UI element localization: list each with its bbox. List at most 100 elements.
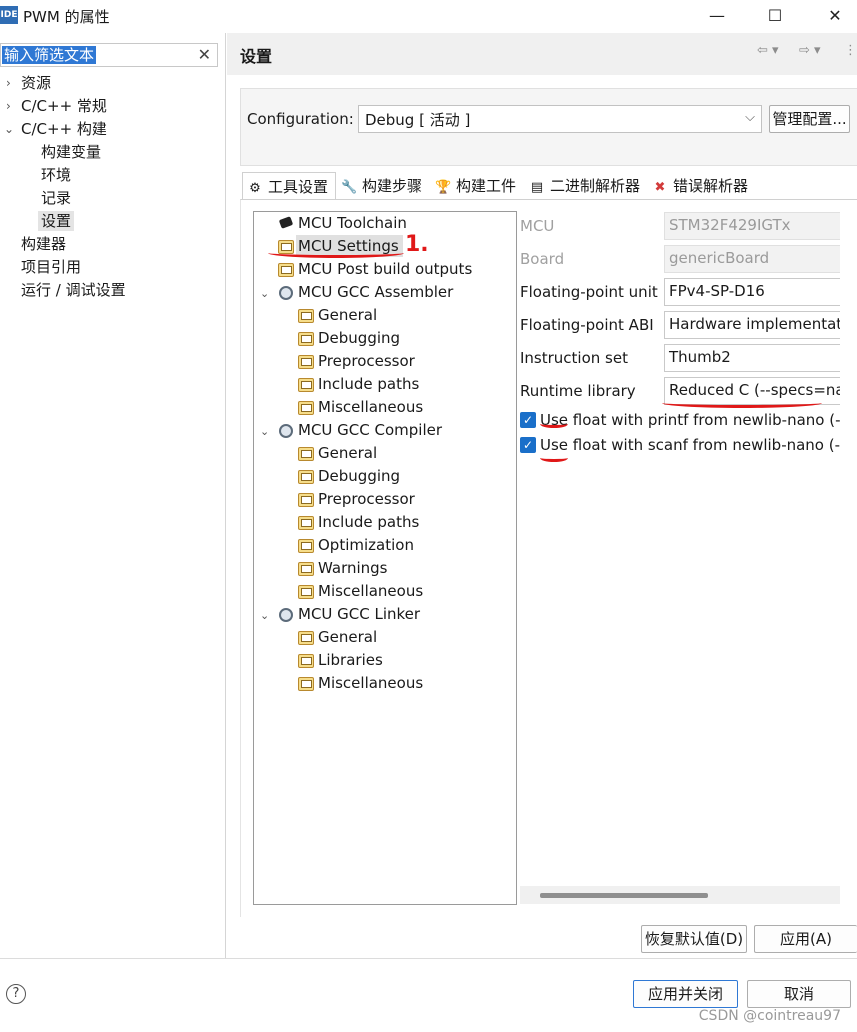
float-abi-select[interactable]: Hardware implementati xyxy=(664,311,840,339)
printf-float-label: Use float with printf from newlib-nano (… xyxy=(540,411,840,429)
manage-configurations-button[interactable]: 管理配置... xyxy=(769,105,850,133)
nav-item-cpp-build[interactable]: C/C++ 构建 xyxy=(21,119,107,139)
printf-float-checkbox[interactable]: ✓ xyxy=(520,412,536,428)
tab-tool-settings[interactable]: ⚙ 工具设置 xyxy=(242,172,336,200)
gear-icon xyxy=(279,608,293,622)
chevron-down-icon[interactable]: ⌄ xyxy=(260,425,269,438)
filter-text: 输入筛选文本 xyxy=(2,46,97,64)
scanf-float-checkbox[interactable]: ✓ xyxy=(520,437,536,453)
folder-icon xyxy=(298,539,314,553)
board-field: genericBoard xyxy=(664,245,840,273)
tab-build-steps[interactable]: 🔧 构建步骤 xyxy=(337,172,422,200)
tree-item-compiler-misc[interactable]: Miscellaneous xyxy=(318,580,423,602)
tab-build-artifact[interactable]: 🏆 构建工件 xyxy=(431,172,516,200)
mcu-field: STM32F429IGTx xyxy=(664,212,840,240)
fpu-value: FPv4-SP-D16 xyxy=(669,282,765,300)
tree-item-compiler-optimization[interactable]: Optimization xyxy=(318,534,414,556)
chevron-right-icon[interactable]: › xyxy=(6,96,11,116)
nav-item-builders[interactable]: 构建器 xyxy=(21,234,66,254)
minimize-button[interactable]: — xyxy=(702,3,732,29)
tree-item-assembler-preprocessor[interactable]: Preprocessor xyxy=(318,350,415,372)
chevron-down-icon[interactable]: ⌄ xyxy=(260,287,269,300)
folder-icon xyxy=(298,470,314,484)
folder-icon xyxy=(298,631,314,645)
folder-icon xyxy=(298,378,314,392)
tree-item-compiler-warnings[interactable]: Warnings xyxy=(318,557,388,579)
scanf-float-checkbox-row[interactable]: ✓ Use float with scanf from newlib-nano … xyxy=(520,435,840,457)
build-steps-icon: 🔧 xyxy=(341,180,358,195)
mcu-value: STM32F429IGTx xyxy=(669,216,791,234)
tree-item-compiler-general[interactable]: General xyxy=(318,442,377,464)
tree-item-linker-general[interactable]: General xyxy=(318,626,377,648)
tree-item-mcu-post-build[interactable]: MCU Post build outputs xyxy=(298,258,472,280)
fpu-label: Floating-point unit xyxy=(520,283,658,301)
nav-item-logging[interactable]: 记录 xyxy=(41,188,71,208)
tree-item-linker[interactable]: MCU GCC Linker xyxy=(298,603,420,625)
board-label: Board xyxy=(520,250,565,268)
tab-binary-parsers[interactable]: ▤ 二进制解析器 xyxy=(525,172,640,200)
tree-item-assembler-general[interactable]: General xyxy=(318,304,377,326)
filter-input[interactable]: 输入筛选文本 ✕ xyxy=(0,43,218,67)
page-header: 设置 ⇦ ▾ ⇨ ▾ ⋮ xyxy=(227,33,857,75)
folder-icon xyxy=(298,309,314,323)
board-value: genericBoard xyxy=(669,249,770,267)
nav-item-cpp-general[interactable]: C/C++ 常规 xyxy=(21,96,107,116)
nav-item-project-references[interactable]: 项目引用 xyxy=(21,257,81,277)
folder-icon xyxy=(298,677,314,691)
tab-label: 错误解析器 xyxy=(673,177,749,195)
folder-icon xyxy=(298,401,314,415)
help-icon[interactable]: ? xyxy=(6,984,26,1004)
view-menu-icon[interactable]: ⋮ xyxy=(844,43,857,58)
tree-item-assembler[interactable]: MCU GCC Assembler xyxy=(298,281,453,303)
forward-nav-icon[interactable]: ⇨ ▾ xyxy=(799,43,821,58)
configuration-value: Debug [ 活动 ] xyxy=(365,111,471,129)
tree-item-compiler-preprocessor[interactable]: Preprocessor xyxy=(318,488,415,510)
chevron-right-icon[interactable]: › xyxy=(6,73,11,93)
folder-icon xyxy=(298,516,314,530)
restore-defaults-button[interactable]: 恢复默认值(D) xyxy=(641,925,747,953)
tree-item-assembler-include-paths[interactable]: Include paths xyxy=(318,373,419,395)
chevron-down-icon[interactable]: ⌄ xyxy=(260,609,269,622)
nav-item-run-debug-settings[interactable]: 运行 / 调试设置 xyxy=(21,280,126,300)
tab-error-parsers[interactable]: ✖ 错误解析器 xyxy=(648,172,748,200)
back-nav-icon[interactable]: ⇦ ▾ xyxy=(757,43,779,58)
close-button[interactable]: ✕ xyxy=(820,3,850,29)
nav-item-build-variables[interactable]: 构建变量 xyxy=(41,142,101,162)
fpu-select[interactable]: FPv4-SP-D16 xyxy=(664,278,840,306)
nav-item-environment[interactable]: 环境 xyxy=(41,165,71,185)
maximize-button[interactable]: ☐ xyxy=(760,3,790,29)
printf-float-checkbox-row[interactable]: ✓ Use float with printf from newlib-nano… xyxy=(520,410,840,432)
annotation-underline xyxy=(540,420,568,428)
nav-item-settings[interactable]: 设置 xyxy=(38,211,75,231)
tree-item-compiler-include-paths[interactable]: Include paths xyxy=(318,511,419,533)
mcu-label: MCU xyxy=(520,217,555,235)
tree-item-compiler[interactable]: MCU GCC Compiler xyxy=(298,419,442,441)
nav-pane: 输入筛选文本 ✕ xyxy=(0,33,226,958)
tree-item-linker-libraries[interactable]: Libraries xyxy=(318,649,383,671)
nav-item-resources[interactable]: 资源 xyxy=(21,73,51,93)
clear-filter-icon[interactable]: ✕ xyxy=(198,45,211,64)
horizontal-scrollbar[interactable] xyxy=(520,886,840,904)
tree-item-linker-misc[interactable]: Miscellaneous xyxy=(318,672,423,694)
tree-item-compiler-debugging[interactable]: Debugging xyxy=(318,465,400,487)
annotation-underline xyxy=(662,398,822,408)
runtime-library-value: Reduced C (--specs=nan xyxy=(669,381,840,399)
page-title: 设置 xyxy=(240,47,273,66)
folder-icon xyxy=(278,263,294,277)
folder-icon xyxy=(298,493,314,507)
instruction-set-select[interactable]: Thumb2 xyxy=(664,344,840,372)
chevron-down-icon[interactable]: ⌄ xyxy=(4,119,14,139)
folder-icon xyxy=(298,447,314,461)
apply-button[interactable]: 应用(A) xyxy=(754,925,857,953)
cancel-button[interactable]: 取消 xyxy=(747,980,851,1008)
float-abi-value: Hardware implementati xyxy=(669,315,840,333)
tree-item-mcu-toolchain[interactable]: MCU Toolchain xyxy=(298,212,407,234)
scrollbar-thumb[interactable] xyxy=(540,893,708,898)
configuration-select[interactable]: Debug [ 活动 ] ⌵ xyxy=(358,105,762,133)
apply-and-close-button[interactable]: 应用并关闭 xyxy=(633,980,738,1008)
tree-item-assembler-misc[interactable]: Miscellaneous xyxy=(318,396,423,418)
tab-label: 工具设置 xyxy=(268,178,329,196)
build-artifact-icon: 🏆 xyxy=(435,180,452,195)
tree-item-assembler-debugging[interactable]: Debugging xyxy=(318,327,400,349)
folder-icon xyxy=(298,585,314,599)
